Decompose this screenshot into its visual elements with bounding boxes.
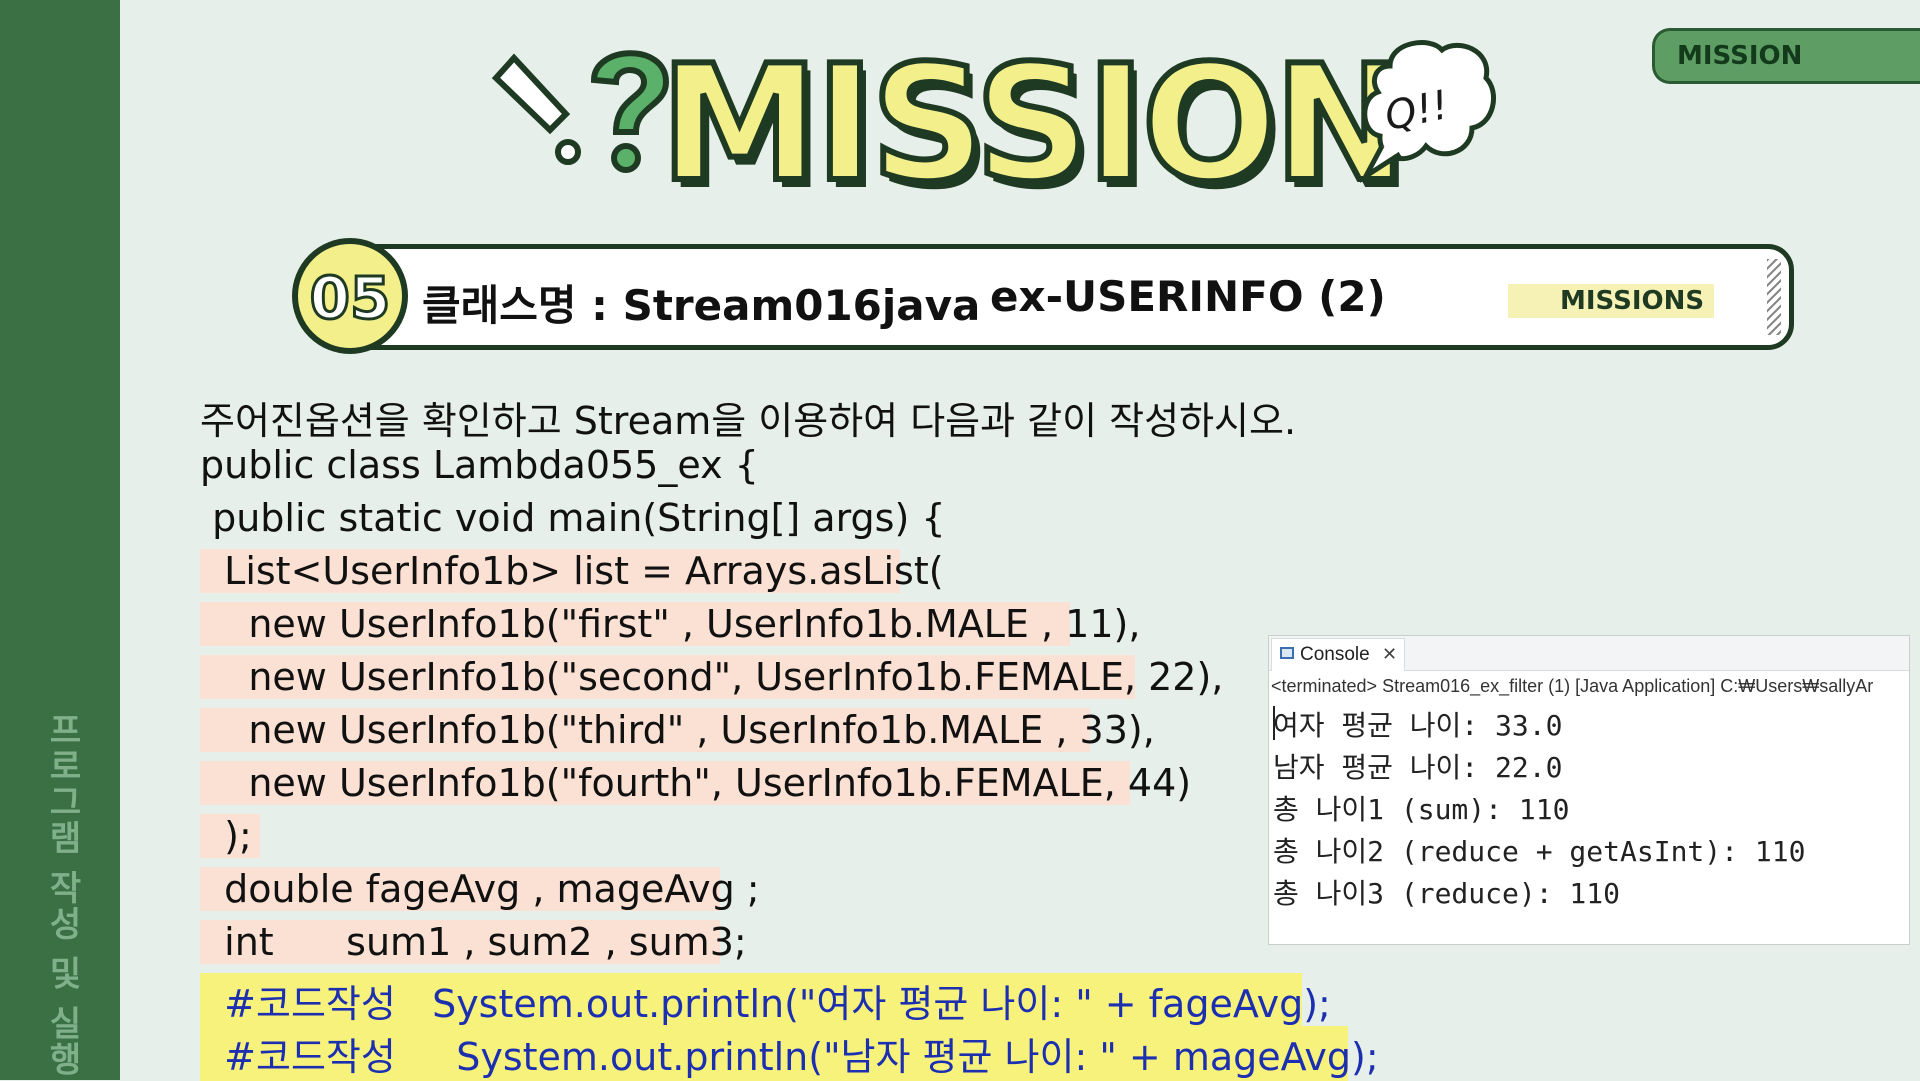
code-line: new UserInfo1b("first" , UserInfo1b.MALE… xyxy=(200,602,1141,646)
console-output-line: 총 나이2 (reduce + getAsInt): 110 xyxy=(1273,835,1806,868)
missions-tag-label: MISSIONS xyxy=(1560,286,1705,316)
console-tab[interactable]: Console ✕ xyxy=(1271,638,1405,671)
code-line: new UserInfo1b("third" , UserInfo1b.MALE… xyxy=(200,708,1155,752)
code-line: new UserInfo1b("fourth", UserInfo1b.FEMA… xyxy=(200,761,1192,805)
code-line: #코드작성 System.out.println("남자 평균 나이: " + … xyxy=(200,1026,1379,1081)
mission-tab: MISSION xyxy=(1652,28,1920,84)
console-output-line: 총 나이3 (reduce): 110 xyxy=(1273,877,1620,910)
banner-stripes xyxy=(1767,259,1781,335)
console-icon xyxy=(1280,647,1294,659)
class-name-label: 클래스명 : Stream016java xyxy=(422,281,981,330)
mission-tab-label: MISSION xyxy=(1677,41,1803,71)
code-line: ); xyxy=(200,814,260,858)
code-line: public class Lambda055_ex { xyxy=(200,443,759,487)
console-tab-label: Console xyxy=(1300,644,1370,665)
code-line: public static void main(String[] args) { xyxy=(200,496,946,540)
left-sidebar-band: 프로그램 작성 및 실행 xyxy=(0,0,120,1080)
close-icon[interactable]: ✕ xyxy=(1382,644,1397,665)
console-status-path: <terminated> Stream016_ex_filter (1) [Ja… xyxy=(1271,676,1874,696)
exercise-label: ex-USERINFO (2) xyxy=(990,272,1386,321)
code-line: #코드작성 System.out.println("여자 평균 나이: " + … xyxy=(200,973,1331,1028)
instruction-text: 주어진옵션을 확인하고 Stream을 이용하여 다음과 같이 작성하시오. xyxy=(200,399,1297,443)
title-banner: 05 클래스명 : Stream016java ex-USERINFO (2) … xyxy=(292,238,1794,354)
mission-hero: MISSION Q!! xyxy=(480,28,1510,218)
code-line: int sum1 , sum2 , sum3; xyxy=(200,920,747,964)
exclamation-icon xyxy=(491,53,581,165)
mission-number-badge: 05 xyxy=(292,238,408,354)
mission-title: MISSION xyxy=(657,30,1410,217)
code-line: double fageAvg , mageAvg ; xyxy=(200,867,760,911)
missions-tag: MISSIONS xyxy=(1508,284,1714,318)
console-tab-bar: Console ✕ xyxy=(1269,636,1909,671)
console-output-line: 총 나이1 (sum): 110 xyxy=(1273,793,1570,826)
console-panel: Console ✕ <terminated> Stream016_ex_filt… xyxy=(1268,635,1910,945)
mission-number: 05 xyxy=(308,263,392,334)
code-line: List<UserInfo1b> list = Arrays.asList( xyxy=(200,549,944,593)
sidebar-label: 프로그램 작성 및 실행 xyxy=(42,712,82,1078)
code-line: new UserInfo1b("second", UserInfo1b.FEMA… xyxy=(200,655,1224,699)
console-output-line: 남자 평균 나이: 22.0 xyxy=(1273,751,1563,784)
console-output-line: 여자 평균 나이: 33.0 xyxy=(1273,709,1563,742)
